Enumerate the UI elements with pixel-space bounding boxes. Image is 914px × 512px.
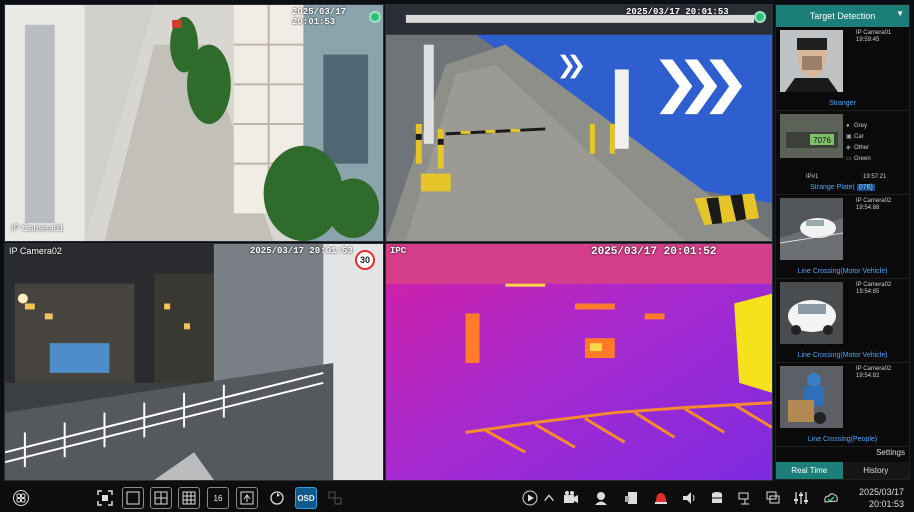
video-camera-icon xyxy=(564,491,578,503)
bottom-toolbar: 16 OSD 2025/03/17 20:01:53 xyxy=(0,483,914,512)
person-snapshot xyxy=(780,366,843,428)
start-menu-button[interactable] xyxy=(8,487,34,509)
alarm-button[interactable] xyxy=(650,487,672,509)
display-button[interactable] xyxy=(762,487,784,509)
event-source: IP Camera02 19:54:82 xyxy=(856,366,892,379)
image-settings-button[interactable] xyxy=(790,487,812,509)
refresh-cycle-icon xyxy=(270,491,284,505)
clock-date: 2025/03/17 xyxy=(858,487,904,497)
custom-layout-button[interactable] xyxy=(236,487,258,509)
event-label: Line Crossing(People) xyxy=(807,436,878,443)
camera-2-timestamp: 2025/03/17 20:01:53 xyxy=(626,7,729,17)
nine-screen-icon xyxy=(182,491,196,505)
event-card[interactable]: IP Camera02 19:54:88 Line Crossing(Motor … xyxy=(776,195,909,279)
plate-number: 7076 xyxy=(813,136,831,145)
speed-limit-sign: 30 xyxy=(355,250,375,270)
camera-1-feed xyxy=(5,5,383,241)
camera-4-timestamp: 2025/03/17 20:01:52 xyxy=(591,246,717,258)
camera-3-name: IP Camera02 xyxy=(9,246,62,256)
system-clock: 2025/03/17 20:01:53 xyxy=(859,486,904,510)
clock-time: 20:01:53 xyxy=(868,499,904,509)
camera-view-1[interactable]: 2025/03/17 20:01:53 IP Camera01 xyxy=(4,4,384,242)
panel-tabs: Real Time History xyxy=(776,462,909,479)
panel-header[interactable]: Target Detection ▼ xyxy=(776,5,909,27)
event-label: Stranger xyxy=(829,100,856,107)
alarm-light-icon xyxy=(655,493,667,504)
camera-3-feed xyxy=(5,244,383,480)
chevron-down-icon[interactable]: ▼ xyxy=(896,9,904,18)
target-detection-panel: Target Detection ▼ IP Camera01 19:59:45 S… xyxy=(775,4,910,480)
ptz-camera-icon xyxy=(738,492,749,505)
car-icon: ▣ xyxy=(846,134,852,140)
audio-button[interactable] xyxy=(678,487,700,509)
speaker-icon xyxy=(683,492,695,504)
settings-link[interactable]: Settings xyxy=(876,448,905,457)
face-icon xyxy=(595,492,607,505)
event-time: 19:57:21 xyxy=(863,174,887,180)
single-screen-icon xyxy=(126,491,140,505)
plate-attributes: ● Grey ▣ Car ◈ Other ▭ Green xyxy=(846,121,871,165)
plate-color-icon: ▭ xyxy=(846,156,852,162)
osd-button[interactable]: OSD xyxy=(295,487,317,509)
backup-button[interactable] xyxy=(706,487,728,509)
chevron-up-icon xyxy=(544,494,554,502)
database-icon xyxy=(712,492,722,503)
menu-grid-icon xyxy=(13,490,29,506)
play-icon xyxy=(522,490,538,506)
layout-16-button[interactable]: 16 xyxy=(207,487,229,509)
event-card[interactable]: IP Camera01 19:59:45 Stranger xyxy=(776,27,909,111)
event-label: Line Crossing(Motor Vehicle) xyxy=(797,352,888,359)
camera-2-feed xyxy=(386,5,772,241)
vehicle-snapshot xyxy=(780,282,843,344)
palette-icon: ● xyxy=(846,123,850,129)
record-button[interactable] xyxy=(560,487,582,509)
tab-history[interactable]: History xyxy=(842,462,909,479)
layout-1-button[interactable] xyxy=(122,487,144,509)
camera-4-thermal-feed xyxy=(386,244,772,480)
face-search-button[interactable] xyxy=(590,487,612,509)
event-card[interactable]: IP Camera02 19:54:82 Line Crossing(People… xyxy=(776,363,909,447)
camera-1-name: IP Camera01 xyxy=(11,223,64,233)
split-view-icon xyxy=(328,491,342,505)
camera-view-3[interactable]: IP Camera02 2025/03/17 20:01:53 30 xyxy=(4,243,384,481)
playback-button[interactable] xyxy=(519,487,541,509)
monitor-icon xyxy=(766,491,780,504)
event-label: Line Crossing(Motor Vehicle) xyxy=(797,268,888,275)
camera-view-4[interactable]: IPC 2025/03/17 20:01:52 xyxy=(385,243,773,481)
event-source: IP Camera02 19:54:85 xyxy=(856,282,892,295)
event-source: IP Camera01 19:59:45 xyxy=(856,30,892,43)
event-source: IP#1 xyxy=(806,174,819,180)
playback-expand-button[interactable] xyxy=(542,487,556,509)
camera-4-name: IPC xyxy=(390,246,407,256)
vehicle-snapshot xyxy=(780,198,843,260)
event-card[interactable]: 7076 ● Grey ▣ Car ◈ Other ▭ Green IP#1 19:57… xyxy=(776,111,909,195)
fullscreen-icon xyxy=(97,490,113,506)
face-snapshot xyxy=(780,30,843,92)
event-label: Strange Plate( 076) xyxy=(810,184,875,191)
event-card[interactable]: IP Camera02 19:54:85 Line Crossing(Motor … xyxy=(776,279,909,363)
tab-real-time[interactable]: Real Time xyxy=(776,462,843,479)
split-disabled-button[interactable] xyxy=(324,487,346,509)
recording-icon xyxy=(754,11,766,23)
panel-title: Target Detection xyxy=(809,11,876,21)
event-source: IP Camera02 19:54:88 xyxy=(856,198,892,211)
camera-3-timestamp: 2025/03/17 20:01:53 xyxy=(250,246,353,256)
camera-view-2[interactable]: 2025/03/17 20:01:53 xyxy=(385,4,773,242)
custom-layout-icon xyxy=(240,491,254,505)
fullscreen-button[interactable] xyxy=(94,487,116,509)
type-icon: ◈ xyxy=(846,145,851,151)
check-cloud-icon xyxy=(824,493,838,503)
sliders-icon xyxy=(794,492,808,504)
ptz-button[interactable] xyxy=(734,487,756,509)
hdd-icon xyxy=(625,492,637,504)
quad-screen-icon xyxy=(154,491,168,505)
layout-4-button[interactable] xyxy=(150,487,172,509)
disk-info-button[interactable] xyxy=(620,487,642,509)
plate-snapshot: 7076 xyxy=(780,114,843,158)
sequence-button[interactable] xyxy=(266,487,288,509)
network-status-button[interactable] xyxy=(820,487,842,509)
recording-icon xyxy=(369,11,381,23)
layout-9-button[interactable] xyxy=(178,487,200,509)
